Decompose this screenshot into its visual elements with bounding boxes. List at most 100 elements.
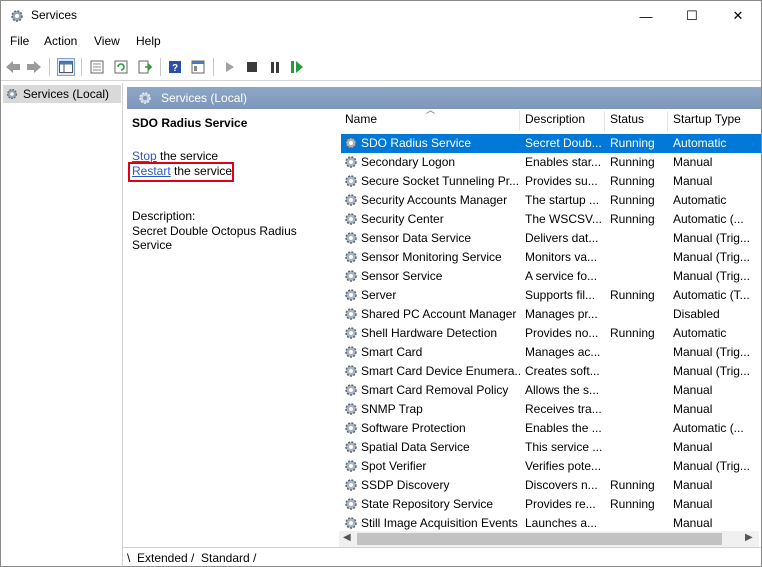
maximize-button[interactable]: ☐: [669, 1, 715, 31]
table-row[interactable]: Server Supports fil... Running Automatic (T…: [341, 286, 761, 305]
service-name: SNMP Trap: [361, 402, 423, 416]
properties-icon[interactable]: [88, 58, 106, 76]
refresh-icon[interactable]: [112, 58, 130, 76]
table-row[interactable]: Smart Card Device Enumera... Creates soft…: [341, 362, 761, 381]
console-tree: Services (Local): [1, 83, 123, 567]
service-startup-type: Disabled: [673, 307, 720, 321]
table-row[interactable]: Sensor Data Service Delivers dat... Manual…: [341, 229, 761, 248]
service-description: Supports fil...: [525, 288, 596, 302]
scroll-right-icon[interactable]: ▶: [745, 532, 753, 543]
table-row[interactable]: SDO Radius Service Secret Doub... Running A…: [341, 134, 761, 153]
service-startup-type: Manual (Trig...: [673, 345, 750, 359]
service-startup-type: Manual: [673, 383, 713, 397]
table-row[interactable]: Security Accounts Manager The startup ...…: [341, 191, 761, 210]
column-header-name[interactable]: Name: [345, 112, 377, 130]
service-status: Running: [610, 136, 655, 150]
service-status: Running: [610, 155, 655, 169]
table-row[interactable]: Secondary Logon Enables star... Running Man…: [341, 153, 761, 172]
service-description: Allows the s...: [525, 383, 600, 397]
console-tree-icon[interactable]: [189, 58, 207, 76]
service-gear-icon: [345, 346, 357, 358]
service-startup-type: Automatic: [673, 326, 727, 340]
stop-link[interactable]: Stop: [132, 149, 157, 163]
selected-service-name: SDO Radius Service: [132, 116, 248, 130]
scrollbar-thumb[interactable]: [357, 533, 722, 545]
service-startup-type: Manual: [673, 174, 713, 188]
service-name: Sensor Service: [361, 269, 443, 283]
service-name: Spatial Data Service: [361, 440, 470, 454]
service-name: State Repository Service: [361, 497, 494, 511]
service-description: Manages ac...: [525, 345, 601, 359]
service-description: Manages pr...: [525, 307, 598, 321]
service-name: Security Center: [361, 212, 444, 226]
horizontal-scrollbar[interactable]: ◀ ▶: [339, 531, 759, 547]
table-row[interactable]: Software Protection Enables the ... Automa…: [341, 419, 761, 438]
restart-service-icon[interactable]: [288, 58, 306, 76]
service-startup-type: Manual (Trig...: [673, 364, 750, 378]
table-row[interactable]: Spatial Data Service This service ... Manu…: [341, 438, 761, 457]
table-row[interactable]: Spot Verifier Verifies pote... Manual (Tri…: [341, 457, 761, 476]
service-startup-type: Manual: [673, 497, 713, 511]
service-name: Smart Card: [361, 345, 423, 359]
scroll-left-icon[interactable]: ◀: [343, 532, 351, 543]
service-description: Monitors va...: [525, 250, 598, 264]
table-row[interactable]: Smart Card Removal Policy Allows the s...…: [341, 381, 761, 400]
column-header-startup-type[interactable]: Startup Type: [673, 112, 741, 130]
table-row[interactable]: Shared PC Account Manager Manages pr... Di…: [341, 305, 761, 324]
column-header-description[interactable]: Description: [525, 112, 585, 130]
service-detail-pane: SDO Radius Service Stop the service Rest…: [127, 109, 330, 547]
table-row[interactable]: Security Center The WSCSV... Running Automa…: [341, 210, 761, 229]
service-name: Secondary Logon: [361, 155, 456, 169]
svg-text:?: ?: [172, 63, 178, 74]
table-row[interactable]: Smart Card Manages ac... Manual (Trig...: [341, 343, 761, 362]
service-description: Launches a...: [525, 516, 598, 530]
service-description: This service ...: [525, 440, 603, 454]
show-hide-tree-icon[interactable]: [57, 58, 75, 76]
service-gear-icon: [345, 441, 357, 453]
help-icon[interactable]: ?: [166, 58, 184, 76]
service-description: Enables star...: [525, 155, 602, 169]
close-button[interactable]: ✕: [715, 1, 761, 31]
tab-slant-right: /: [253, 551, 257, 565]
tab-extended[interactable]: Extended: [137, 551, 188, 565]
menu-file[interactable]: File: [10, 34, 29, 48]
pause-service-icon[interactable]: [266, 58, 284, 76]
back-arrow-icon[interactable]: [4, 58, 22, 76]
restart-link[interactable]: Restart: [132, 164, 171, 178]
service-startup-type: Automatic: [673, 193, 727, 207]
service-gear-icon: [345, 479, 357, 491]
services-window: Services — ☐ ✕ File Action View Help ? S…: [0, 0, 762, 567]
start-service-icon[interactable]: [221, 58, 239, 76]
column-separator: [519, 111, 520, 131]
menu-help[interactable]: Help: [136, 34, 161, 48]
table-row[interactable]: Shell Hardware Detection Provides no... Ru…: [341, 324, 761, 343]
table-row[interactable]: SSDP Discovery Discovers n... Running Manua…: [341, 476, 761, 495]
service-gear-icon: [345, 213, 357, 225]
services-gear-icon: [6, 88, 18, 100]
title-bar: Services — ☐ ✕: [1, 1, 761, 31]
stop-service-icon[interactable]: [243, 58, 261, 76]
service-gear-icon: [345, 232, 357, 244]
table-row[interactable]: SNMP Trap Receives tra... Manual: [341, 400, 761, 419]
toolbar-separator: [160, 58, 161, 76]
export-list-icon[interactable]: [136, 58, 154, 76]
service-name: SSDP Discovery: [361, 478, 450, 492]
table-row[interactable]: Sensor Monitoring Service Monitors va... M…: [341, 248, 761, 267]
menu-view[interactable]: View: [94, 34, 120, 48]
tree-item-services-local[interactable]: Services (Local): [3, 85, 121, 103]
services-gear-icon: [11, 10, 23, 22]
column-separator: [604, 111, 605, 131]
table-row[interactable]: State Repository Service Provides re... Ru…: [341, 495, 761, 514]
table-row[interactable]: Sensor Service A service fo... Manual (Tri…: [341, 267, 761, 286]
service-status: Running: [610, 497, 655, 511]
table-row[interactable]: Secure Socket Tunneling Pr... Provides su…: [341, 172, 761, 191]
service-name: SDO Radius Service: [361, 136, 472, 150]
forward-arrow-icon[interactable]: [25, 58, 43, 76]
service-status: Running: [610, 326, 655, 340]
column-header-status[interactable]: Status: [610, 112, 644, 130]
minimize-button[interactable]: —: [623, 1, 669, 31]
service-gear-icon: [345, 289, 357, 301]
menu-action[interactable]: Action: [44, 34, 77, 48]
service-description: Creates soft...: [525, 364, 600, 378]
tab-standard[interactable]: Standard: [201, 551, 250, 565]
